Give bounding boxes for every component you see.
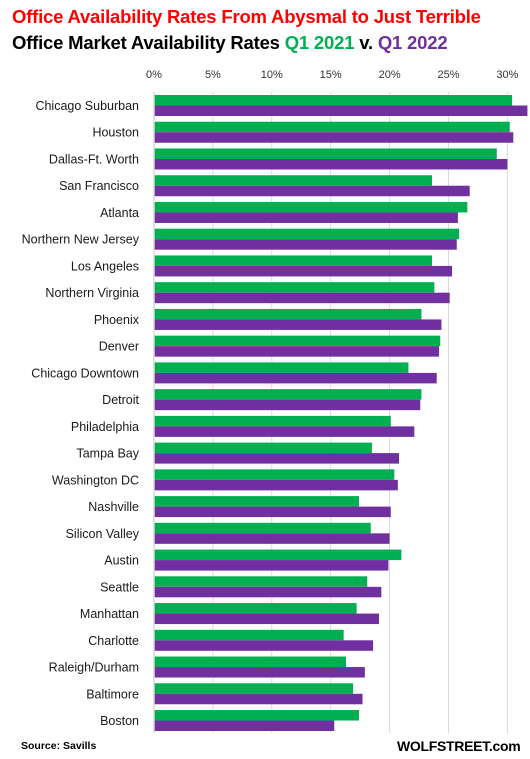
bar-q1-2022 <box>154 158 508 170</box>
category-label: Chicago Suburban <box>35 99 139 113</box>
bar-q1-2022 <box>154 132 514 143</box>
x-tick-label: 5% <box>205 69 221 81</box>
bar-q1-2022 <box>154 399 421 411</box>
bar-q1-2022 <box>154 640 374 651</box>
category-label: Atlanta <box>100 206 139 220</box>
bar-q1-2022 <box>154 560 389 571</box>
category-label: Northern New Jersey <box>22 233 140 247</box>
x-tick-label: 10% <box>261 69 283 81</box>
bar-q1-2021 <box>154 121 510 133</box>
bar-q1-2022 <box>154 372 437 384</box>
bars <box>154 95 528 732</box>
category-label: Seattle <box>100 580 139 594</box>
bar-q1-2021 <box>154 442 372 454</box>
bar-q1-2021 <box>154 415 391 427</box>
bar-q1-2021 <box>154 308 422 320</box>
category-label: Dallas-Ft. Worth <box>49 152 139 166</box>
bar-q1-2022 <box>154 265 453 277</box>
category-label: Houston <box>92 126 139 140</box>
category-label: Tampa Bay <box>76 447 139 461</box>
bar-q1-2021 <box>154 710 359 721</box>
category-labels: Chicago Suburban Houston Dallas-Ft. Worth S… <box>22 99 140 728</box>
bar-q1-2021 <box>154 335 441 347</box>
x-axis-tick-labels: 0% 5% 10% 15% 20% 25% 30% <box>146 69 519 81</box>
category-label: San Francisco <box>59 179 139 193</box>
bar-q1-2022 <box>154 453 400 464</box>
category-label: Philadelphia <box>71 420 139 434</box>
category-label: Baltimore <box>86 687 139 701</box>
bar-q1-2021 <box>154 576 368 587</box>
bar-q1-2022 <box>154 693 363 705</box>
category-label: Detroit <box>102 393 139 407</box>
category-label: Los Angeles <box>71 259 139 273</box>
bar-chart: 0% 5% 10% 15% 20% 25% 30% Chicago Suburban Hous… <box>22 69 528 733</box>
category-label: Denver <box>99 340 139 354</box>
bar-q1-2021 <box>154 522 371 534</box>
bar-q1-2021 <box>154 629 344 641</box>
x-tick-label: 0% <box>146 69 162 81</box>
bar-q1-2022 <box>154 346 440 357</box>
bar-q1-2021 <box>154 683 354 694</box>
bar-q1-2021 <box>154 148 497 159</box>
bar-q1-2021 <box>154 362 409 373</box>
bar-q1-2022 <box>154 292 450 304</box>
bar-q1-2021 <box>154 201 468 213</box>
bar-q1-2022 <box>154 105 528 116</box>
category-label: Austin <box>104 554 139 568</box>
bar-q1-2022 <box>154 239 457 250</box>
bar-q1-2021 <box>154 549 402 561</box>
bar-q1-2022 <box>154 212 458 223</box>
bar-q1-2022 <box>154 185 470 197</box>
category-label: Manhattan <box>80 607 139 621</box>
x-tick-label: 15% <box>320 69 342 81</box>
bar-q1-2022 <box>154 479 398 491</box>
category-label: Phoenix <box>94 313 140 327</box>
bar-q1-2021 <box>154 255 433 266</box>
bar-q1-2022 <box>154 613 379 625</box>
category-label: Raleigh/Durham <box>49 661 139 675</box>
bar-q1-2022 <box>154 533 390 544</box>
bar-q1-2021 <box>154 496 359 507</box>
bar-q1-2021 <box>154 656 347 668</box>
bar-q1-2021 <box>154 282 435 293</box>
bar-q1-2021 <box>154 228 460 240</box>
bar-q1-2022 <box>154 720 335 732</box>
bar-q1-2021 <box>154 603 357 614</box>
category-label: Washington DC <box>52 473 139 487</box>
category-label: Chicago Downtown <box>31 366 139 380</box>
bar-q1-2021 <box>154 175 433 186</box>
category-label: Northern Virginia <box>45 286 139 300</box>
bar-q1-2022 <box>154 319 442 330</box>
bar-q1-2022 <box>154 426 415 437</box>
x-tick-label: 20% <box>379 69 401 81</box>
category-label: Boston <box>100 714 139 728</box>
x-tick-label: 25% <box>437 69 459 81</box>
category-label: Charlotte <box>88 634 139 648</box>
x-tick-label: 30% <box>496 69 518 81</box>
category-label: Nashville <box>88 500 139 514</box>
bar-q1-2021 <box>154 469 395 480</box>
bar-q1-2022 <box>154 667 365 678</box>
bar-q1-2022 <box>154 586 382 598</box>
brand-watermark: WOLFSTREET.com <box>397 738 521 754</box>
bar-q1-2022 <box>154 506 391 518</box>
source-note: Source: Savills <box>21 740 97 752</box>
bar-q1-2021 <box>154 95 513 106</box>
bar-q1-2021 <box>154 389 422 400</box>
category-label: Silicon Valley <box>66 527 140 541</box>
